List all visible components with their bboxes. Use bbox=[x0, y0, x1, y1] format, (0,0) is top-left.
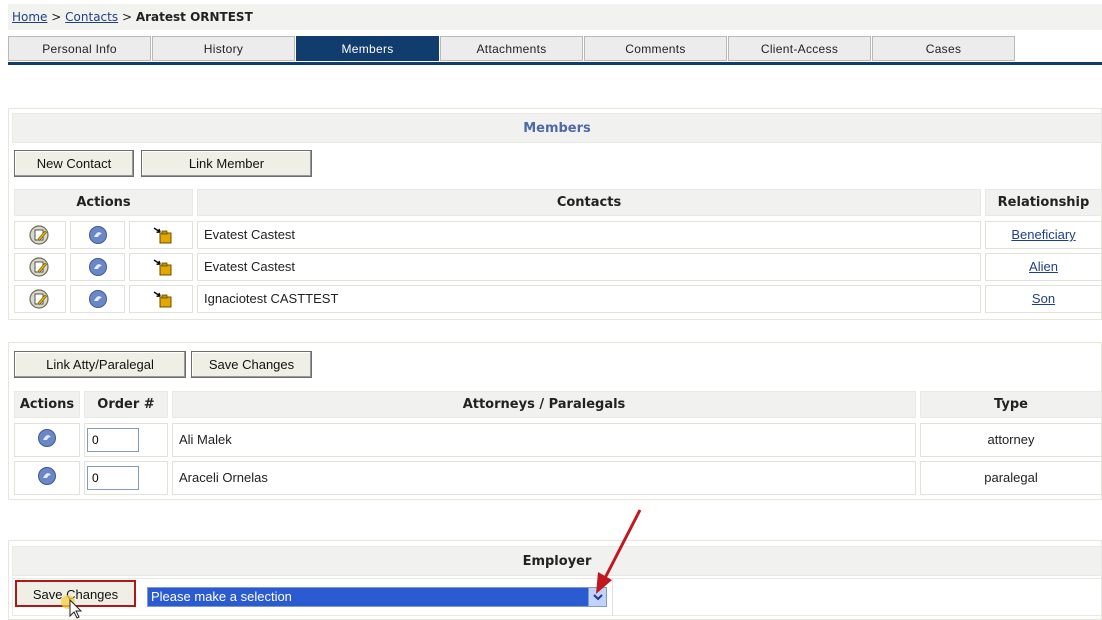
order-input[interactable] bbox=[87, 466, 139, 490]
relationship-link[interactable]: Son bbox=[1032, 291, 1055, 306]
goto-action-cell[interactable] bbox=[129, 253, 193, 281]
edit-action-cell[interactable] bbox=[14, 253, 66, 281]
order-cell bbox=[84, 461, 168, 495]
contact-name-cell: Ignaciotest CASTTEST bbox=[197, 285, 981, 313]
unlink-action-cell[interactable] bbox=[14, 461, 80, 495]
link-member-button[interactable]: Link Member bbox=[141, 150, 312, 177]
tab-bar: Personal Info History Members Attachment… bbox=[8, 36, 1102, 65]
save-changes-button[interactable]: Save Changes bbox=[191, 351, 312, 378]
breadcrumb-separator: > bbox=[51, 10, 62, 24]
attorney-type-cell: paralegal bbox=[920, 461, 1102, 495]
members-section-title: Members bbox=[12, 113, 1102, 143]
tab-comments[interactable]: Comments bbox=[584, 36, 727, 61]
goto-contact-icon[interactable] bbox=[152, 257, 174, 280]
goto-contact-icon[interactable] bbox=[152, 225, 174, 248]
breadcrumb-separator: > bbox=[121, 10, 132, 24]
unlink-icon[interactable] bbox=[88, 225, 108, 248]
unlink-icon[interactable] bbox=[88, 257, 108, 280]
edit-icon[interactable] bbox=[29, 289, 49, 312]
goto-action-cell[interactable] bbox=[129, 221, 193, 249]
unlink-action-cell[interactable] bbox=[70, 285, 125, 313]
link-atty-paralegal-button[interactable]: Link Atty/Paralegal bbox=[14, 351, 186, 378]
employer-select[interactable]: Please make a selection bbox=[147, 587, 607, 607]
attorneys-actions-header: Actions bbox=[14, 391, 80, 418]
tab-personal-info[interactable]: Personal Info bbox=[8, 36, 151, 61]
relationship-link[interactable]: Beneficiary bbox=[1011, 227, 1075, 242]
employer-select-value: Please make a selection bbox=[151, 589, 292, 604]
members-relationship-header: Relationship bbox=[985, 189, 1102, 216]
relationship-cell: Son bbox=[985, 285, 1102, 313]
breadcrumb-contacts-link[interactable]: Contacts bbox=[65, 10, 118, 24]
annotation-arrow-icon bbox=[596, 509, 642, 594]
tab-cases[interactable]: Cases bbox=[872, 36, 1015, 61]
attorneys-name-header: Attorneys / Paralegals bbox=[172, 391, 916, 418]
tab-bar-spacer bbox=[1016, 36, 1102, 62]
edit-action-cell[interactable] bbox=[14, 285, 66, 313]
attorney-name-cell: Araceli Ornelas bbox=[172, 461, 916, 495]
relationship-cell: Beneficiary bbox=[985, 221, 1102, 249]
breadcrumb: Home > Contacts > Aratest ORNTEST bbox=[8, 4, 1102, 30]
tab-history[interactable]: History bbox=[152, 36, 295, 61]
breadcrumb-current: Aratest ORNTEST bbox=[135, 10, 253, 24]
tab-client-access[interactable]: Client-Access bbox=[728, 36, 871, 61]
order-cell bbox=[84, 423, 168, 457]
relationship-cell: Alien bbox=[985, 253, 1102, 281]
attorneys-type-header: Type bbox=[920, 391, 1102, 418]
relationship-link[interactable]: Alien bbox=[1029, 259, 1058, 274]
members-contacts-header: Contacts bbox=[197, 189, 981, 216]
edit-action-cell[interactable] bbox=[14, 221, 66, 249]
tab-attachments[interactable]: Attachments bbox=[440, 36, 583, 61]
unlink-action-cell[interactable] bbox=[14, 423, 80, 457]
breadcrumb-home-link[interactable]: Home bbox=[12, 10, 47, 24]
new-contact-button[interactable]: New Contact bbox=[14, 150, 134, 177]
attorney-type-cell: attorney bbox=[920, 423, 1102, 457]
tab-members[interactable]: Members bbox=[296, 36, 439, 61]
attorneys-order-header: Order # bbox=[84, 391, 168, 418]
unlink-action-cell[interactable] bbox=[70, 221, 125, 249]
employer-section-title: Employer bbox=[12, 546, 1102, 576]
members-actions-header: Actions bbox=[14, 189, 193, 216]
edit-icon[interactable] bbox=[29, 225, 49, 248]
edit-icon[interactable] bbox=[29, 257, 49, 280]
cursor-icon bbox=[61, 595, 83, 619]
unlink-icon[interactable] bbox=[88, 289, 108, 312]
contact-name-cell: Evatest Castest bbox=[197, 221, 981, 249]
unlink-icon[interactable] bbox=[37, 466, 57, 489]
unlink-action-cell[interactable] bbox=[70, 253, 125, 281]
unlink-icon[interactable] bbox=[37, 428, 57, 451]
attorney-name-cell: Ali Malek bbox=[172, 423, 916, 457]
order-input[interactable] bbox=[87, 428, 139, 452]
goto-action-cell[interactable] bbox=[129, 285, 193, 313]
contact-name-cell: Evatest Castest bbox=[197, 253, 981, 281]
goto-contact-icon[interactable] bbox=[152, 289, 174, 312]
